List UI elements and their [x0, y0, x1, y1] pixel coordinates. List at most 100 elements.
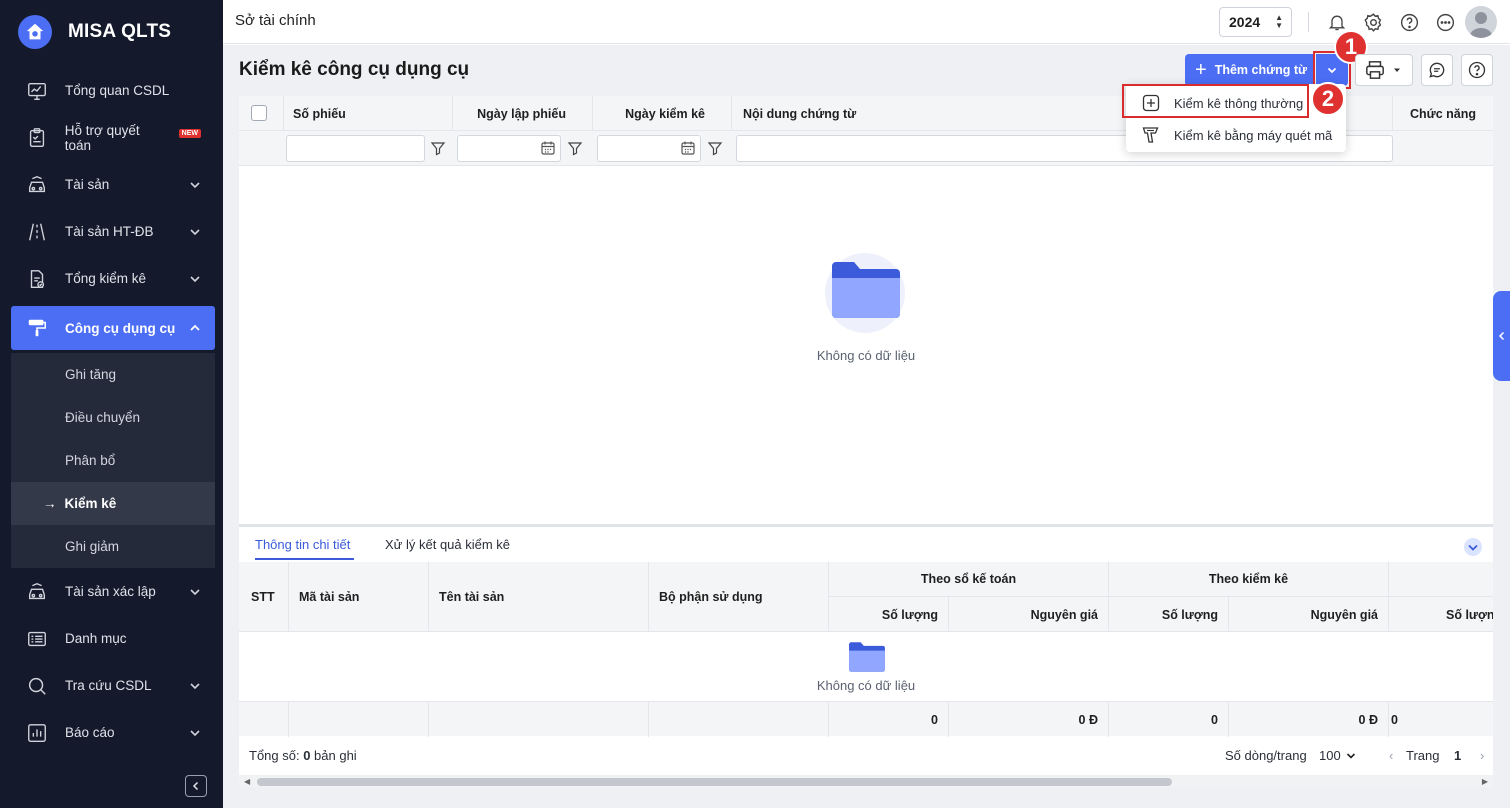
- sidebar-subitem-ghi-giam[interactable]: Ghi giảm: [11, 525, 215, 568]
- folder-icon: [832, 262, 900, 318]
- detail-grid-header: STT Mã tài sản Tên tài sản Bộ phận sử dụ…: [239, 562, 1493, 632]
- calendar-icon[interactable]: [680, 140, 696, 156]
- empty-state-text: Không có dữ liệu: [816, 348, 916, 363]
- car-icon: [24, 172, 50, 198]
- list-icon: [24, 626, 50, 652]
- more-icon[interactable]: [1433, 10, 1457, 34]
- header-select-all-cell: [239, 96, 284, 131]
- rows-per-page-value: 100: [1319, 748, 1341, 763]
- calendar-icon[interactable]: [540, 140, 556, 156]
- sidebar: MISA QLTS Tổng quan CSDL Hỗ trợ quyết to…: [0, 0, 223, 808]
- collapse-panel-icon[interactable]: [1463, 537, 1483, 557]
- col-ngay-kiem-ke[interactable]: Ngày kiểm kê: [593, 96, 732, 131]
- sidebar-subitem-ghi-tang[interactable]: Ghi tăng: [11, 353, 215, 396]
- total-suffix: bản ghi: [310, 748, 357, 763]
- total-cell: [289, 702, 429, 737]
- active-tab-indicator: [255, 558, 354, 560]
- sidebar-item-bao-cao[interactable]: Báo cáo: [0, 709, 223, 756]
- folder-icon: [849, 642, 885, 672]
- chevron-down-icon: [190, 275, 200, 282]
- subitem-label: Phân bổ: [65, 453, 116, 468]
- chevron-down-icon: [190, 181, 200, 188]
- prev-page-button[interactable]: ‹: [1389, 748, 1393, 763]
- sidebar-item-label: Danh mục: [65, 631, 127, 646]
- new-badge: NEW: [178, 129, 201, 138]
- horizontal-scrollbar[interactable]: ◀ ▶: [239, 775, 1493, 787]
- sidebar-item-cong-cu-dung-cu[interactable]: Công cụ dụng cụ: [11, 306, 215, 350]
- side-panel-toggle[interactable]: [1493, 291, 1510, 381]
- col-ngay-lap-phieu[interactable]: Ngày lập phiếu: [453, 96, 593, 131]
- avatar[interactable]: [1465, 6, 1497, 38]
- total-nguyen-gia-2: 0 Đ: [1229, 702, 1389, 737]
- col-so-phieu[interactable]: Số phiếu: [284, 96, 453, 131]
- total-so-luong-1: 0: [829, 702, 949, 737]
- sidebar-item-label: Tài sản HT-ĐB: [65, 224, 154, 239]
- page-help-button[interactable]: [1461, 54, 1493, 86]
- tab-thong-tin-chi-tiet[interactable]: Thông tin chi tiết: [255, 537, 350, 552]
- col-nguyen-gia-1: Nguyên giá: [949, 597, 1109, 632]
- filter-so-phieu-input[interactable]: [286, 135, 425, 162]
- road-icon: [24, 219, 50, 245]
- scroll-right-icon[interactable]: ▶: [1482, 777, 1488, 786]
- sidebar-item-tong-kiem-ke[interactable]: Tổng kiểm kê: [0, 255, 223, 302]
- total-cell: [239, 702, 289, 737]
- detail-totals-row: 0 0 Đ 0 0 Đ 0: [239, 701, 1493, 737]
- sidebar-item-ho-tro-quyet-toan[interactable]: Hỗ trợ quyết toán NEW: [0, 114, 223, 161]
- collapse-sidebar-button[interactable]: [185, 775, 207, 797]
- sidebar-item-tai-san[interactable]: Tài sản: [0, 161, 223, 208]
- sidebar-subitem-dieu-chuyen[interactable]: Điều chuyển: [11, 396, 215, 439]
- col-group-theo-so-ke-toan: Theo sổ kế toán: [829, 562, 1109, 597]
- house-logo-icon: [18, 15, 52, 49]
- total-so-luong-2: 0: [1109, 702, 1229, 737]
- organization-title: Sở tài chính: [235, 12, 316, 29]
- scrollbar-thumb[interactable]: [257, 778, 1172, 786]
- tab-xu-ly-ket-qua[interactable]: Xử lý kết quả kiểm kê: [385, 537, 510, 552]
- total-so-luong-3: 0: [1391, 712, 1398, 727]
- add-voucher-button[interactable]: + Thêm chứng từ: [1185, 54, 1313, 86]
- subitem-label: Ghi giảm: [65, 539, 120, 554]
- filter-icon[interactable]: [430, 140, 446, 156]
- help-icon[interactable]: [1397, 10, 1421, 34]
- select-all-checkbox[interactable]: [251, 105, 267, 121]
- total-records: Tổng số: 0 bản ghi: [249, 748, 357, 763]
- document-check-icon: [24, 266, 50, 292]
- comment-button[interactable]: [1421, 54, 1453, 86]
- caret-down-icon: [1394, 68, 1400, 72]
- chevron-left-icon: [192, 781, 199, 791]
- sidebar-subitem-phan-bo[interactable]: Phân bổ: [11, 439, 215, 482]
- sidebar-nav: Tổng quan CSDL Hỗ trợ quyết toán NEW Tài…: [0, 67, 223, 756]
- col-chuc-nang: Chức năng: [1410, 106, 1476, 121]
- scroll-left-icon[interactable]: ◀: [244, 777, 250, 786]
- rows-per-page-select[interactable]: 100: [1319, 748, 1356, 763]
- col-ten-tai-san: Tên tài sản: [429, 562, 649, 632]
- sidebar-submenu: Ghi tăng Điều chuyển Phân bổ → Kiểm kê Gh…: [11, 353, 215, 568]
- chevron-left-icon: [1498, 331, 1504, 341]
- search-icon: [24, 673, 50, 699]
- total-cell: [649, 702, 829, 737]
- grid-empty-state: Không có dữ liệu: [239, 166, 1493, 524]
- sidebar-subitem-kiem-ke[interactable]: → Kiểm kê: [11, 482, 215, 525]
- sidebar-item-danh-muc[interactable]: Danh mục: [0, 615, 223, 662]
- sidebar-item-tai-san-xac-lap[interactable]: Tài sản xác lập: [0, 568, 223, 615]
- gear-icon[interactable]: [1361, 10, 1385, 34]
- main-content: Kiểm kê công cụ dụng cụ + Thêm chứng từ …: [223, 30, 1510, 808]
- chevron-down-icon: [190, 729, 200, 736]
- divider: [1308, 12, 1309, 32]
- page-title: Kiểm kê công cụ dụng cụ: [239, 59, 470, 80]
- sidebar-item-tong-quan[interactable]: Tổng quan CSDL: [0, 67, 223, 114]
- print-button[interactable]: [1355, 54, 1413, 86]
- col-so-luong-3: Số lượng: [1446, 607, 1493, 622]
- chevron-down-icon: [1346, 752, 1355, 759]
- total-nguyen-gia-1: 0 Đ: [949, 702, 1109, 737]
- year-selector[interactable]: 2024 ▲ ▼: [1219, 7, 1292, 37]
- filter-icon[interactable]: [707, 140, 723, 156]
- sidebar-item-label: Tổng quan CSDL: [65, 83, 170, 98]
- sidebar-item-label: Báo cáo: [65, 725, 115, 740]
- plus-icon: +: [1195, 59, 1207, 81]
- brand[interactable]: MISA QLTS: [0, 0, 223, 64]
- sidebar-item-tra-cuu-csdl[interactable]: Tra cứu CSDL: [0, 662, 223, 709]
- sidebar-item-tai-san-ht-db[interactable]: Tài sản HT-ĐB: [0, 208, 223, 255]
- next-page-button[interactable]: ›: [1480, 748, 1484, 763]
- menu-item-kiem-ke-may-quet[interactable]: Kiểm kê bằng máy quét mã: [1126, 120, 1346, 150]
- filter-icon[interactable]: [567, 140, 583, 156]
